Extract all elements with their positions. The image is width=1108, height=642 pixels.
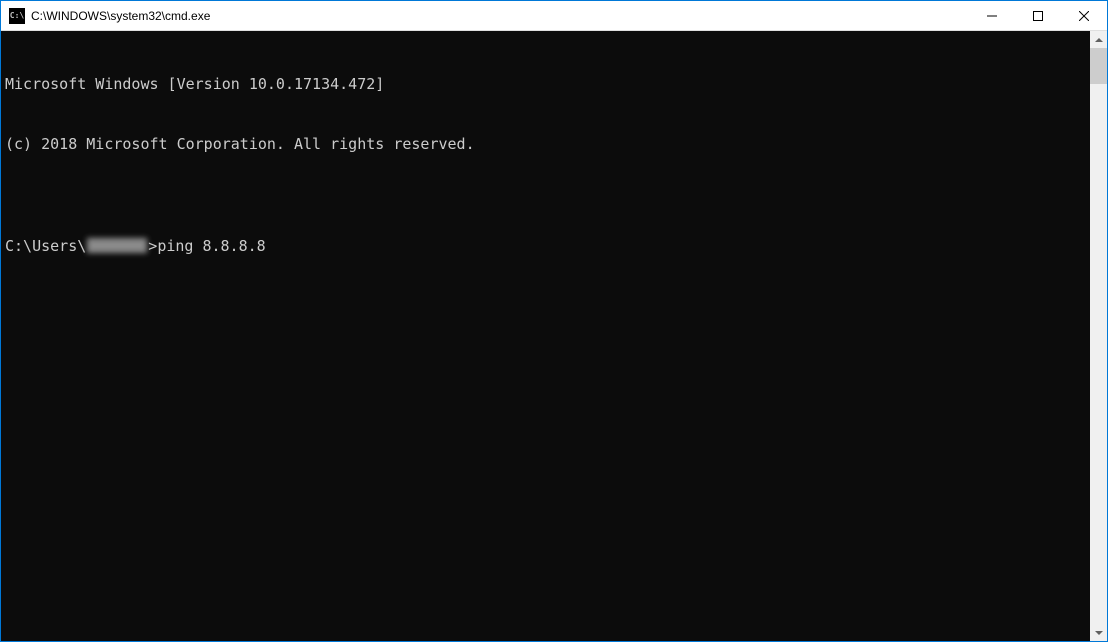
terminal-line-copyright: (c) 2018 Microsoft Corporation. All righ… [5,134,1086,154]
terminal-line-version: Microsoft Windows [Version 10.0.17134.47… [5,74,1086,94]
scrollbar-thumb[interactable] [1090,48,1107,84]
window-title: C:\WINDOWS\system32\cmd.exe [31,9,969,23]
prompt-command: ping 8.8.8.8 [157,236,265,256]
scrollbar-track[interactable] [1090,48,1107,624]
scrollbar-down-arrow[interactable] [1090,624,1107,641]
prompt-suffix: > [148,236,157,256]
prompt-username-redacted [87,238,147,253]
close-icon [1079,11,1089,21]
minimize-icon [987,11,997,21]
vertical-scrollbar[interactable] [1090,31,1107,641]
maximize-button[interactable] [1015,1,1061,30]
scrollbar-up-arrow[interactable] [1090,31,1107,48]
chevron-down-icon [1095,631,1103,635]
minimize-button[interactable] [969,1,1015,30]
window-controls [969,1,1107,30]
terminal-prompt-line: C:\Users\ >ping 8.8.8.8 [5,236,1086,256]
maximize-icon [1033,11,1043,21]
title-bar: C:\ C:\WINDOWS\system32\cmd.exe [1,1,1107,31]
terminal-output[interactable]: Microsoft Windows [Version 10.0.17134.47… [1,31,1090,641]
cmd-icon: C:\ [9,8,25,24]
chevron-up-icon [1095,38,1103,42]
terminal-container: Microsoft Windows [Version 10.0.17134.47… [1,31,1107,641]
close-button[interactable] [1061,1,1107,30]
prompt-prefix: C:\Users\ [5,236,86,256]
